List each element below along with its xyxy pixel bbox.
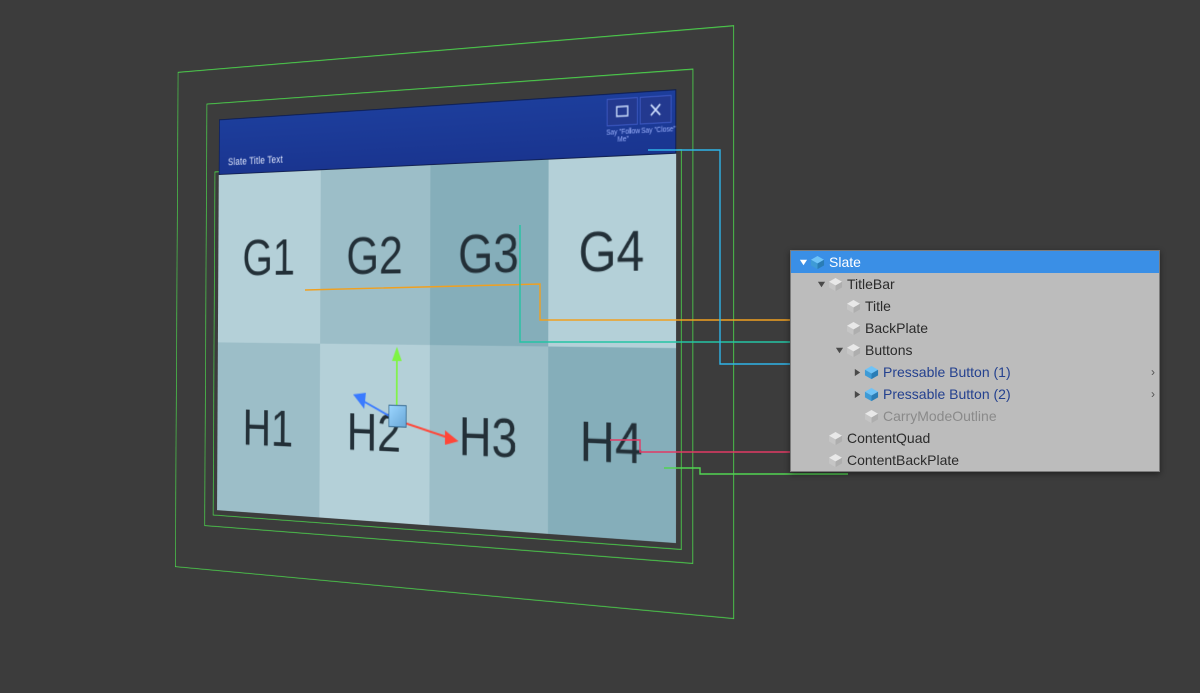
hierarchy-label: Buttons xyxy=(865,342,912,358)
expand-placeholder xyxy=(815,454,827,466)
expand-toggle-icon[interactable] xyxy=(833,344,845,356)
slate-title-text: Slate Title Text xyxy=(228,154,283,168)
gameobject-cube-icon xyxy=(864,409,879,424)
gameobject-cube-icon xyxy=(846,321,861,336)
hierarchy-label: Pressable Button (1) xyxy=(883,364,1011,380)
hierarchy-label: Slate xyxy=(829,254,861,270)
expand-toggle-icon[interactable] xyxy=(815,278,827,290)
prefab-open-chevron-icon[interactable]: › xyxy=(1151,365,1155,379)
hierarchy-label: ContentBackPlate xyxy=(847,452,959,468)
hierarchy-label: Pressable Button (2) xyxy=(883,386,1011,402)
hierarchy-row-title[interactable]: Title xyxy=(791,295,1159,317)
expand-placeholder xyxy=(833,300,845,312)
grid-cell: H4 xyxy=(548,346,676,543)
gizmo-origin-cube[interactable] xyxy=(388,405,406,428)
expand-placeholder xyxy=(851,410,863,422)
hierarchy-label: BackPlate xyxy=(865,320,928,336)
hierarchy-label: TitleBar xyxy=(847,276,895,292)
gameobject-cube-icon xyxy=(846,343,861,358)
grid-cell: G4 xyxy=(548,154,676,348)
close-button[interactable] xyxy=(640,95,672,125)
gameobject-cube-icon xyxy=(828,453,843,468)
hierarchy-row-buttons[interactable]: Buttons xyxy=(791,339,1159,361)
hierarchy-label: ContentQuad xyxy=(847,430,930,446)
gameobject-cube-icon xyxy=(846,299,861,314)
expand-placeholder xyxy=(833,322,845,334)
gameobject-cube-icon xyxy=(828,431,843,446)
hierarchy-row-titlebar[interactable]: TitleBar xyxy=(791,273,1159,295)
expand-toggle-icon[interactable] xyxy=(851,388,863,400)
hierarchy-row-contentquad[interactable]: ContentQuad xyxy=(791,427,1159,449)
hierarchy-row-backplate[interactable]: BackPlate xyxy=(791,317,1159,339)
prefab-open-chevron-icon[interactable]: › xyxy=(1151,387,1155,401)
hierarchy-label: CarryModeOutline xyxy=(883,408,997,424)
expand-toggle-icon[interactable] xyxy=(797,256,809,268)
hierarchy-row-contentbackplate[interactable]: ContentBackPlate xyxy=(791,449,1159,471)
expand-placeholder xyxy=(815,432,827,444)
prefab-cube-icon xyxy=(864,387,879,402)
transform-gizmo[interactable] xyxy=(397,356,405,375)
hierarchy-panel[interactable]: Slate TitleBar Title BackPlate Buttons Pressa… xyxy=(790,250,1160,472)
gameobject-cube-icon xyxy=(828,277,843,292)
close-icon xyxy=(648,101,663,119)
grid-cell: H2 xyxy=(319,344,430,526)
hierarchy-label: Title xyxy=(865,298,891,314)
prefab-cube-icon xyxy=(864,365,879,380)
prefab-cube-icon xyxy=(810,255,825,270)
hierarchy-row-pressable-button-2-[interactable]: Pressable Button (2) › xyxy=(791,383,1159,405)
hierarchy-row-slate[interactable]: Slate xyxy=(791,251,1159,273)
hierarchy-row-carrymodeoutline[interactable]: CarryModeOutline xyxy=(791,405,1159,427)
close-hint: Say "Close" xyxy=(638,126,679,136)
slate-panel: Slate Title Text Say "Follow Me" Say "Cl… xyxy=(217,89,676,543)
hierarchy-row-pressable-button-1-[interactable]: Pressable Button (1) › xyxy=(791,361,1159,383)
expand-toggle-icon[interactable] xyxy=(851,366,863,378)
